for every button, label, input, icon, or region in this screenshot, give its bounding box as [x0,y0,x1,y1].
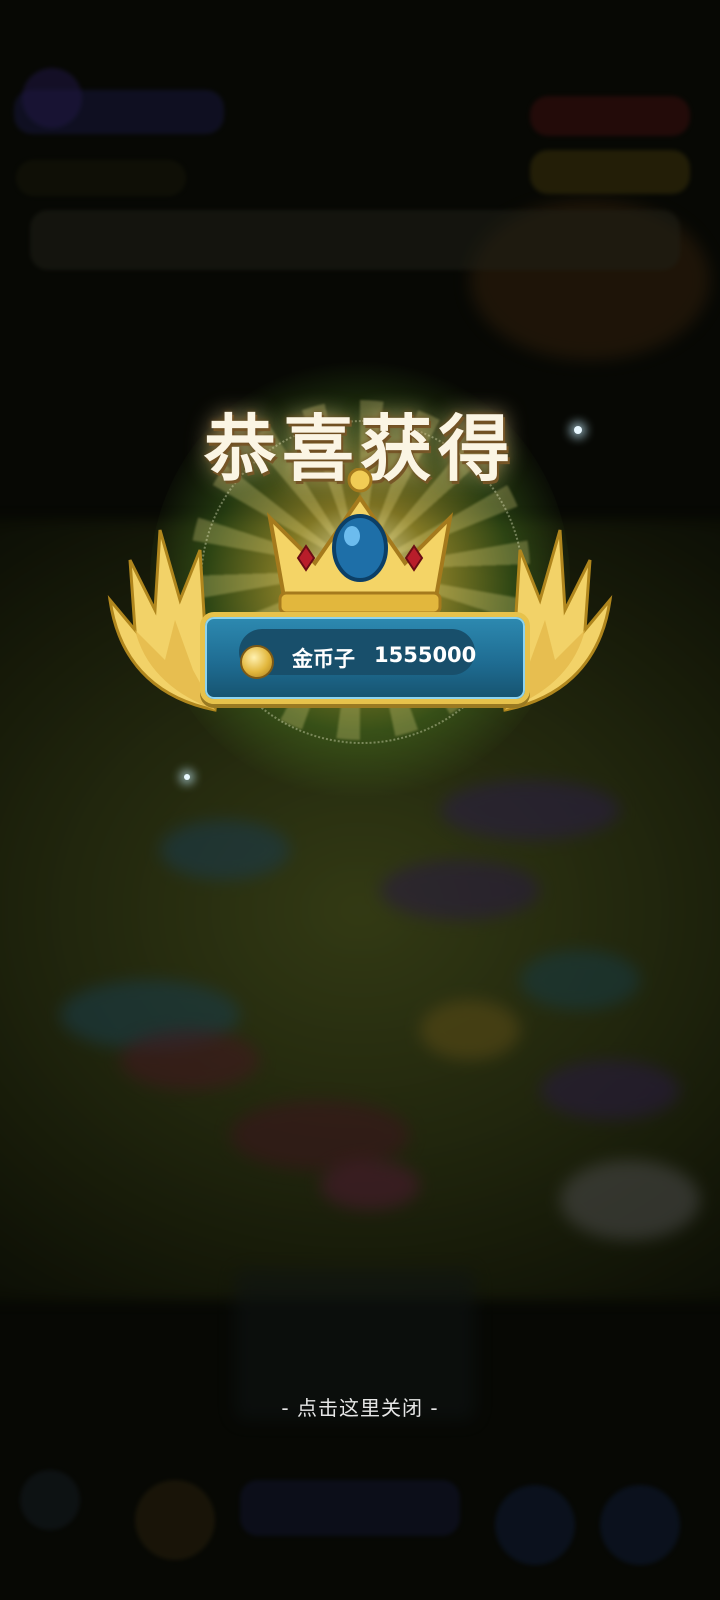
sparkle [184,774,190,780]
reward-amount: 1555000 [374,643,477,667]
crown-icon [266,468,454,615]
modal-overlay[interactable] [0,0,720,1600]
close-hint-button[interactable]: - 点击这里关闭 - [0,1392,720,1421]
reward-name: 金币子 [292,647,355,671]
sparkle [574,426,582,434]
gold-coin-icon [240,645,274,679]
